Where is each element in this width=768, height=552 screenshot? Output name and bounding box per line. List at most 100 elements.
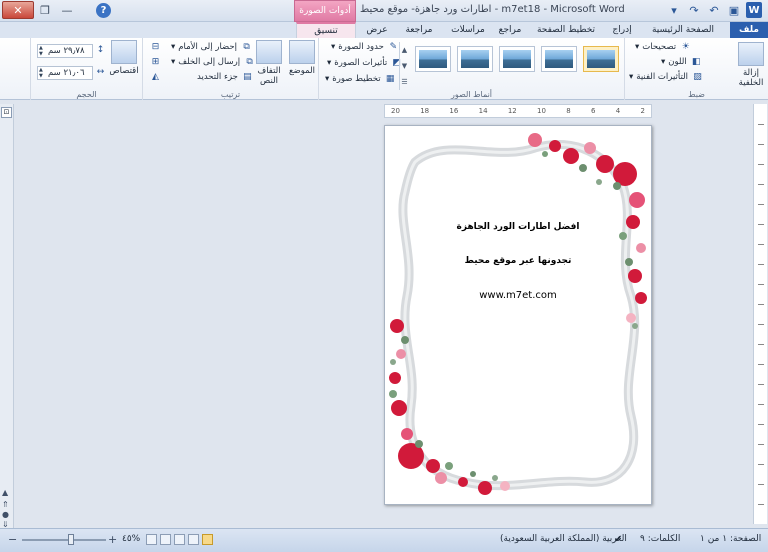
corrections-icon: ☀ <box>681 42 690 52</box>
picture-border-label: حدود الصورة <box>338 42 384 52</box>
group-label: ترتيب <box>220 90 241 99</box>
remove-background-label: إزالة الخلفية <box>738 68 764 88</box>
tab-references[interactable]: مراجع <box>494 22 526 38</box>
position-icon <box>289 40 315 64</box>
send-backward-button[interactable]: ▾ إرسال إلى الخلف ⧉ <box>171 56 256 68</box>
document-subheading: تجدونها عبر موقع محيط <box>464 256 572 266</box>
document-page[interactable]: افضل اطارات الورد الجاهزة تجدونها عبر مو… <box>384 125 652 505</box>
undo-icon[interactable]: ↶ <box>706 2 722 18</box>
dropdown-arrow-icon: ▾ <box>635 42 640 52</box>
draft-view-icon[interactable] <box>146 534 157 545</box>
dropdown-arrow-icon: ▾ <box>331 42 336 52</box>
vertical-scrollbar[interactable]: ▲ ⇑ ● ⇓ <box>0 104 14 529</box>
quick-access-toolbar: ▾ ↷ ↶ ▣ W <box>666 2 762 18</box>
scroll-up-icon[interactable]: ▲ <box>2 488 8 497</box>
reading-view-icon[interactable] <box>188 534 199 545</box>
position-button[interactable]: الموضع <box>287 40 317 76</box>
align-button[interactable]: ⊟ <box>149 41 162 53</box>
gallery-down-icon[interactable]: ▼ <box>402 62 407 70</box>
browse-object-icon[interactable]: ● <box>2 510 9 519</box>
spelling-check-icon[interactable]: ✔ <box>614 534 622 545</box>
style-thumb-5[interactable] <box>583 46 619 72</box>
ruler-tick-label: 8 <box>566 107 571 115</box>
ruler-tick-label: 6 <box>590 107 596 115</box>
tab-home[interactable]: الصفحة الرئيسية <box>640 22 726 38</box>
zoom-slider-thumb[interactable] <box>68 534 74 545</box>
tab-page-layout[interactable]: تخطيط الصفحة <box>528 22 604 38</box>
gallery-scroll[interactable]: ▲ ▼ ☰ <box>399 42 409 90</box>
tab-review[interactable]: مراجعة <box>396 22 442 38</box>
picture-effects-button[interactable]: ▾ تأثيرات الصورة ◩ <box>327 57 403 69</box>
wrap-text-button[interactable]: التفاف النص <box>253 40 285 86</box>
rotate-button[interactable]: ◭ <box>149 71 162 83</box>
tab-insert[interactable]: إدراج <box>606 22 638 38</box>
crop-button[interactable]: اقتصاص <box>109 40 139 76</box>
horizontal-ruler[interactable]: 20 18 16 14 12 10 8 6 4 2 <box>384 104 652 118</box>
word-count[interactable]: الكلمات: ٩ <box>640 534 680 544</box>
help-icon[interactable]: ? <box>96 3 111 18</box>
artistic-effects-button[interactable]: ▾ التأثيرات الفنية ▨ <box>629 71 704 83</box>
group-adjust: إزالة الخلفية ▾ تصحيحات ☀ ▾ اللون ◧ ▾ ال… <box>624 38 768 100</box>
tab-file[interactable]: ملف <box>730 22 768 38</box>
width-spinner[interactable]: ▲ ▼ ٢١٫٠٦ سم <box>37 66 93 80</box>
zoom-slider[interactable] <box>22 539 106 541</box>
page-number[interactable]: الصفحة: ١ من ١ <box>700 534 761 544</box>
picture-layout-button[interactable]: ▾ تخطيط صورة ▦ <box>325 73 397 85</box>
height-icon: ↕ <box>96 45 105 55</box>
selection-pane-icon: ▤ <box>243 72 252 82</box>
send-backward-icon: ⧉ <box>246 57 253 67</box>
style-thumb-2[interactable] <box>457 46 493 72</box>
minimize-icon[interactable]: — <box>56 1 78 19</box>
customize-toolbar-icon[interactable]: ▾ <box>666 2 682 18</box>
flower-frame-image[interactable] <box>385 126 652 505</box>
zoom-level[interactable]: ٤٥% <box>122 534 140 544</box>
tab-view[interactable]: عرض <box>360 22 394 38</box>
tab-mailings[interactable]: مراسلات <box>444 22 492 38</box>
dropdown-arrow-icon: ▾ <box>327 58 332 68</box>
group-picture-styles: ▾ حدود الصورة ✎ ▾ تأثيرات الصورة ◩ ▾ تخط… <box>318 38 624 100</box>
previous-page-icon[interactable]: ⇑ <box>2 500 9 509</box>
redo-icon[interactable]: ↷ <box>686 2 702 18</box>
group-label: الحجم <box>76 90 97 99</box>
color-button[interactable]: ▾ اللون ◧ <box>661 56 703 68</box>
corrections-button[interactable]: ▾ تصحيحات ☀ <box>635 41 692 53</box>
ruler-tick-label: 10 <box>537 107 546 115</box>
web-layout-icon[interactable] <box>174 534 185 545</box>
language-status[interactable]: العربية (المملكة العربية السعودية) <box>500 534 627 544</box>
gallery-up-icon[interactable]: ▲ <box>402 46 407 54</box>
document-heading: افضل اطارات الورد الجاهزة <box>456 222 580 232</box>
ruler-toggle-icon[interactable]: ⊡ <box>1 107 12 118</box>
spinner-arrows-icon[interactable]: ▲ ▼ <box>39 45 43 57</box>
save-icon[interactable]: ▣ <box>726 2 742 18</box>
close-icon[interactable]: ✕ <box>2 1 34 19</box>
group-size: اقتصاص ▲ ▼ ٢٩٫٧٨ سم ▲ ▼ ٢١٫٠٦ سم ↕ ↔ الحجم <box>30 38 142 100</box>
ruler-tick-label: 16 <box>449 107 459 115</box>
style-thumb-3[interactable] <box>499 46 535 72</box>
window-controls: ✕ ❐ — <box>2 1 78 19</box>
group-label: ضبط <box>688 90 705 99</box>
dropdown-arrow-icon: ▾ <box>629 72 634 82</box>
picture-border-button[interactable]: ▾ حدود الصورة ✎ <box>331 41 400 53</box>
vertical-ruler[interactable] <box>753 104 767 524</box>
restore-icon[interactable]: ❐ <box>34 1 56 19</box>
tab-format[interactable]: تنسيق <box>296 22 356 38</box>
bring-forward-button[interactable]: ▾ إحضار إلى الأمام ⧉ <box>171 41 253 53</box>
style-thumb-4[interactable] <box>541 46 577 72</box>
corrections-label: تصحيحات <box>642 42 677 52</box>
ruler-tick-label: 14 <box>478 107 488 115</box>
spinner-arrows-icon[interactable]: ▲ ▼ <box>39 67 43 79</box>
zoom-out-icon[interactable]: − <box>8 533 17 546</box>
ruler-tick-label: 4 <box>615 107 621 115</box>
outline-view-icon[interactable] <box>160 534 171 545</box>
style-thumb-1[interactable] <box>415 46 451 72</box>
height-spinner[interactable]: ▲ ▼ ٢٩٫٧٨ سم <box>37 44 93 58</box>
print-layout-icon[interactable] <box>202 534 213 545</box>
remove-background-button[interactable]: إزالة الخلفية <box>735 42 767 88</box>
zoom-in-icon[interactable]: + <box>108 533 117 546</box>
group-arrange: الموضع التفاف النص ▾ إحضار إلى الأمام ⧉ … <box>142 38 318 100</box>
group-objects-button[interactable]: ⊞ <box>149 56 162 68</box>
gallery-more-icon[interactable]: ☰ <box>401 78 407 86</box>
selection-pane-button[interactable]: جزء التحديد ▤ <box>197 71 254 83</box>
crop-label: اقتصاص <box>109 66 139 76</box>
group-label: أنماط الصور <box>450 90 493 99</box>
